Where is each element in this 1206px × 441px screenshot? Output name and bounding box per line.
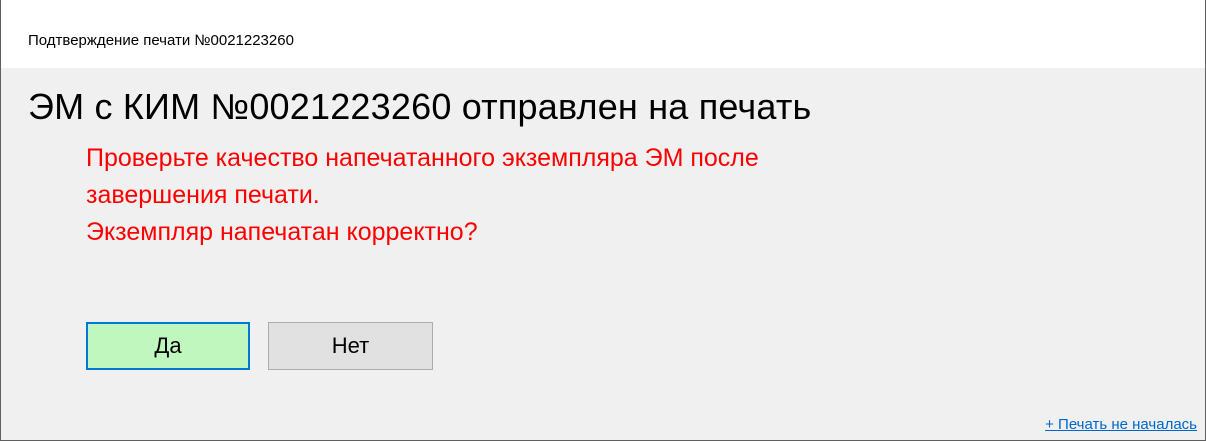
message-line-3: Экземпляр напечатан корректно? <box>86 218 478 246</box>
title-bar: Подтверждение печати №0021223260 <box>1 3 1205 68</box>
status-heading: ЭМ с КИМ №0021223260 отправлен на печать <box>28 86 812 127</box>
message-line-1: Проверьте качество напечатанного экземпл… <box>86 144 759 172</box>
print-not-started-link[interactable]: + Печать не началась <box>1045 416 1197 433</box>
warning-message: Проверьте качество напечатанного экземпл… <box>86 140 1086 251</box>
print-confirmation-dialog: Подтверждение печати №0021223260 ЭМ с КИ… <box>0 0 1206 441</box>
window-title: Подтверждение печати №0021223260 <box>28 32 294 49</box>
message-line-2: завершения печати. <box>86 181 320 209</box>
no-button[interactable]: Нет <box>268 322 433 370</box>
yes-button[interactable]: Да <box>86 322 250 370</box>
